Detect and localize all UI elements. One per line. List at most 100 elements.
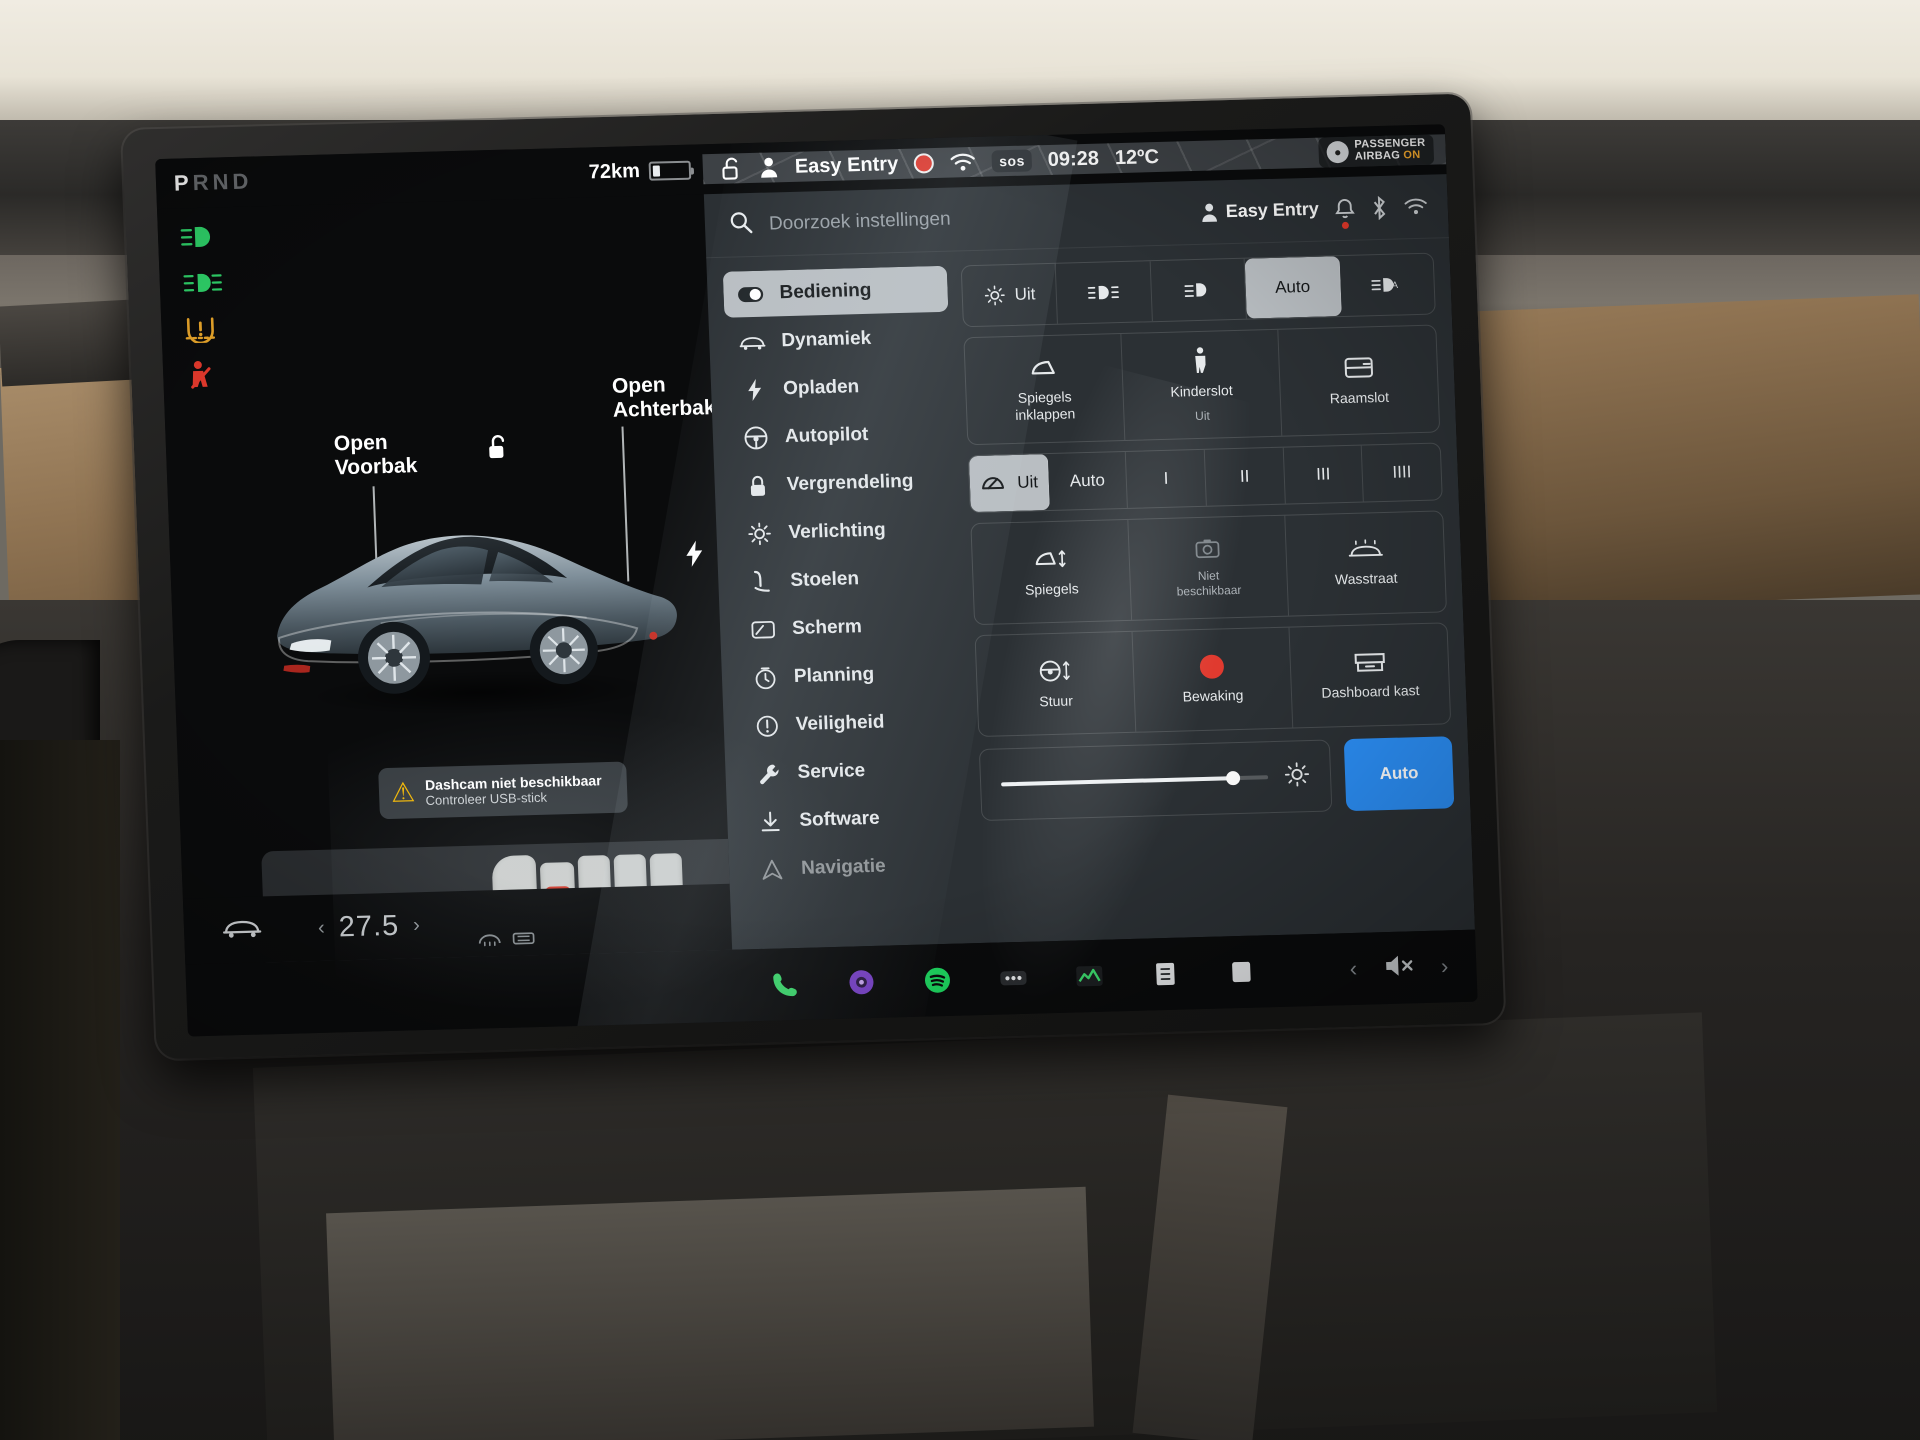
controls-tiles-row-1[interactable]: Spiegels inklappen Kinderslot Uit Raamsl… (963, 324, 1441, 446)
headlight-mode-selector[interactable]: Uit Auto A (960, 252, 1436, 328)
brightness-control[interactable] (978, 739, 1333, 821)
wiper-speed-1-option[interactable]: I (1126, 449, 1207, 508)
sidebar-item-opladen[interactable]: Opladen (726, 362, 952, 414)
previous-track-button[interactable]: ‹ (1349, 956, 1357, 982)
tesla-touchscreen[interactable]: PRND 72km Easy Entry sos 09:28 12ºC ● PA… (155, 124, 1478, 1037)
front-trunk-line2: Voorbak (334, 454, 418, 480)
sidebar-item-service[interactable]: Service (741, 745, 967, 797)
brightness-slider-knob[interactable] (1226, 770, 1241, 786)
sidebar-item-planning[interactable]: Planning (737, 649, 963, 701)
sidebar-item-dynamiek[interactable]: Dynamiek (725, 314, 951, 366)
wifi-icon[interactable] (1403, 197, 1428, 217)
defrost-buttons[interactable] (476, 930, 537, 951)
front-trunk-label[interactable]: Open Voorbak (333, 430, 417, 480)
temp-decrease-button[interactable]: ‹ (318, 916, 326, 939)
wiper-speed-4-option[interactable]: IIII (1362, 443, 1442, 501)
brightness-slider[interactable] (1001, 770, 1269, 787)
gear-indicator[interactable]: PRND (174, 168, 253, 196)
seat-icon (748, 570, 775, 595)
high-beam-icon (180, 221, 225, 252)
wiper-off-option[interactable]: Uit (968, 454, 1050, 513)
open-padlock-icon[interactable] (486, 433, 513, 469)
sidebar-item-navigatie[interactable]: Navigatie (744, 841, 970, 893)
temperature-control[interactable]: ‹ 27.5 › (317, 909, 421, 945)
sidebar-item-bediening[interactable]: Bediening (722, 265, 949, 318)
brightness-auto-button[interactable]: Auto (1343, 736, 1455, 812)
status-bar-left: PRND 72km (156, 156, 704, 197)
headlight-off-option[interactable]: Uit (961, 263, 1059, 327)
person-icon[interactable] (758, 155, 779, 180)
status-profile-name[interactable]: Easy Entry (794, 153, 898, 179)
camera-icon[interactable] (842, 963, 881, 1002)
phone-icon[interactable] (766, 965, 805, 1004)
rear-trunk-label[interactable]: Open Achterbak (612, 372, 716, 423)
wiper-auto-option[interactable]: Auto (1047, 451, 1129, 511)
recording-dot-icon[interactable] (913, 153, 935, 174)
car-front-icon[interactable] (222, 916, 263, 944)
bluetooth-icon[interactable] (1370, 195, 1388, 220)
bell-icon[interactable] (1334, 197, 1355, 229)
dock-apps[interactable] (766, 952, 1261, 1003)
door-panel (0, 740, 120, 1440)
touchscreen-bezel: PRND 72km Easy Entry sos 09:28 12ºC ● PA… (122, 93, 1505, 1060)
vehicle-visualization-pane: Open Achterbak Open Voorbak ⚠ Dashcam ni… (156, 194, 733, 970)
tile-kinderslot[interactable]: Kinderslot Uit (1121, 329, 1283, 440)
wiper-speed-2-option[interactable]: II (1204, 447, 1286, 506)
sidebar-item-autopilot[interactable]: Autopilot (728, 410, 954, 462)
display-icon (750, 620, 777, 639)
temp-increase-button[interactable]: › (413, 914, 421, 937)
wiper-icon (982, 477, 1005, 490)
headlight-auto-high-beam-option[interactable]: A (1339, 254, 1435, 316)
volume-mute-icon[interactable] (1382, 952, 1415, 984)
tile-stuur[interactable]: Stuur (975, 631, 1137, 736)
wifi-icon[interactable] (950, 152, 977, 173)
sidebar-item-vergrendeling[interactable]: Vergrendeling (730, 458, 956, 510)
battery-icon (648, 160, 692, 181)
sidebar-item-verlichting[interactable]: Verlichting (732, 506, 958, 558)
energy-icon[interactable] (1070, 957, 1109, 996)
rear-defrost-icon[interactable] (510, 930, 537, 950)
controls-tiles-row-3[interactable]: Stuur Bewaking Dashboard kast (974, 622, 1452, 738)
controls-tiles-row-2[interactable]: Spiegels Niet beschikbaar Wasstraat (970, 510, 1448, 626)
charge-bolt-icon[interactable] (683, 539, 706, 573)
outside-temperature: 12ºC (1114, 145, 1160, 169)
wipers-app-icon[interactable] (1222, 952, 1261, 991)
unlocked-padlock-icon[interactable] (720, 155, 743, 182)
volume-controls[interactable]: ‹ › (1349, 951, 1449, 985)
next-track-button[interactable]: › (1440, 953, 1448, 979)
temperature-value[interactable]: 27.5 (338, 909, 400, 944)
spotify-icon[interactable] (918, 961, 957, 1000)
tile-spiegels-inklappen[interactable]: Spiegels inklappen (964, 334, 1126, 445)
sidebar-item-stoelen[interactable]: Stoelen (734, 554, 960, 606)
tile-label: Spiegels (1024, 580, 1080, 598)
sidebar-item-scherm[interactable]: Scherm (735, 601, 961, 653)
sidebar-label: Service (797, 760, 866, 783)
tile-bewaking[interactable]: Bewaking (1132, 627, 1294, 732)
sidebar-item-veiligheid[interactable]: Veiligheid (739, 697, 965, 749)
battery-range-group[interactable]: 72km (588, 158, 703, 184)
headlight-auto-label: Auto (1274, 276, 1311, 297)
tile-dashboard-kast[interactable]: Dashboard kast (1289, 623, 1450, 727)
tile-wasstraat[interactable]: Wasstraat (1285, 511, 1446, 615)
toybox-icon[interactable] (1146, 955, 1185, 994)
headlight-fog-option[interactable] (1056, 261, 1153, 324)
tile-raamslot[interactable]: Raamslot (1278, 326, 1439, 436)
wiper-speed-3-option[interactable]: III (1283, 445, 1365, 504)
vehicle-3d-render[interactable] (257, 475, 686, 736)
dashcam-notification[interactable]: ⚠ Dashcam niet beschikbaar Controleer US… (378, 761, 628, 820)
search-icon[interactable] (728, 210, 753, 240)
tile-spiegels[interactable]: Spiegels (971, 519, 1133, 625)
sos-button[interactable]: sos (991, 149, 1033, 173)
more-apps-icon[interactable] (994, 959, 1033, 998)
sidebar-item-software[interactable]: Software (743, 793, 969, 845)
front-defrost-icon[interactable] (476, 931, 503, 951)
wiper-speed-selector[interactable]: Uit Auto I II III IIII (967, 442, 1443, 514)
sentry-record-icon (1199, 654, 1225, 680)
search-input[interactable]: Doorzoek instellingen (769, 202, 1185, 235)
settings-profile[interactable]: Easy Entry (1199, 198, 1319, 223)
schedule-clock-icon (752, 666, 779, 690)
headlight-auto-option[interactable]: Auto (1244, 256, 1342, 319)
airbag-line2: AIRBAG (1354, 149, 1401, 163)
headlight-low-beam-option[interactable] (1150, 258, 1248, 322)
settings-sidebar[interactable]: Bediening Dynamiek Opladen Autopilot Ver… (722, 265, 972, 950)
